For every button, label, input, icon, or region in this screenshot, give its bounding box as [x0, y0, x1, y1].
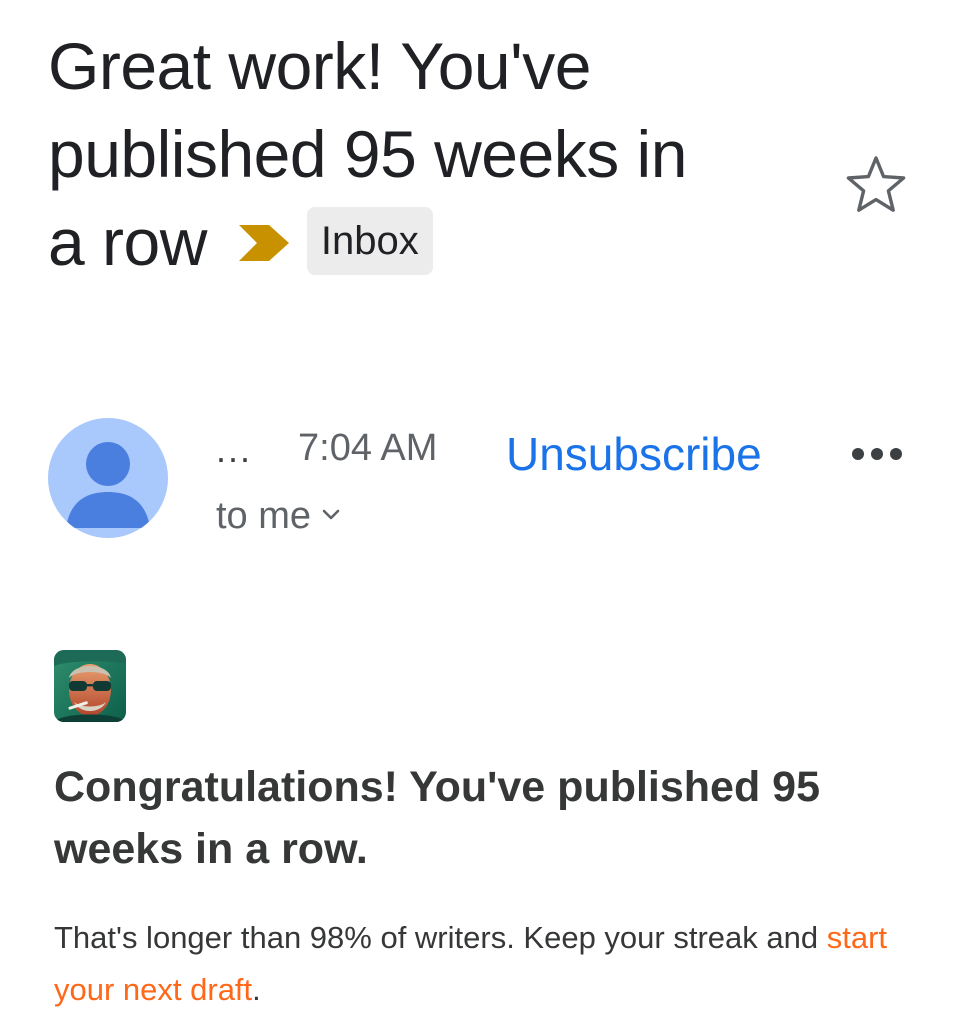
subject-line-1: Great work! You've: [48, 29, 591, 103]
recipient-details-toggle[interactable]: to me: [216, 494, 341, 538]
star-outline-icon[interactable]: [844, 152, 908, 216]
unsubscribe-link[interactable]: Unsubscribe: [506, 428, 762, 480]
recipient-text: to me: [216, 495, 312, 537]
body-text-before-link: That's longer than 98% of writers. Keep …: [54, 920, 827, 955]
body-text-after-link: .: [252, 972, 261, 1007]
email-body-heading: Congratulations! You've published 95 wee…: [54, 763, 821, 873]
sender-name[interactable]: ...: [216, 430, 252, 470]
publication-logo: [54, 650, 126, 722]
subject-line-3: a row Inbox: [48, 198, 808, 286]
subject-line-3-text: a row: [48, 205, 207, 279]
important-marker-icon[interactable]: [237, 223, 291, 263]
inbox-label-chip[interactable]: Inbox: [306, 206, 433, 275]
author-portrait-image: [54, 650, 126, 722]
received-time: 7:04 AM: [298, 427, 438, 469]
sender-avatar[interactable]: [48, 418, 168, 538]
subject-line-2: published 95 weeks in: [48, 117, 687, 191]
chevron-down-icon: [322, 509, 340, 520]
person-icon: [66, 442, 150, 528]
email-subject: Great work! You've published 95 weeks in…: [48, 22, 808, 286]
email-body-paragraph: That's longer than 98% of writers. Keep …: [54, 912, 934, 1016]
more-horizontal-icon[interactable]: [850, 436, 904, 472]
